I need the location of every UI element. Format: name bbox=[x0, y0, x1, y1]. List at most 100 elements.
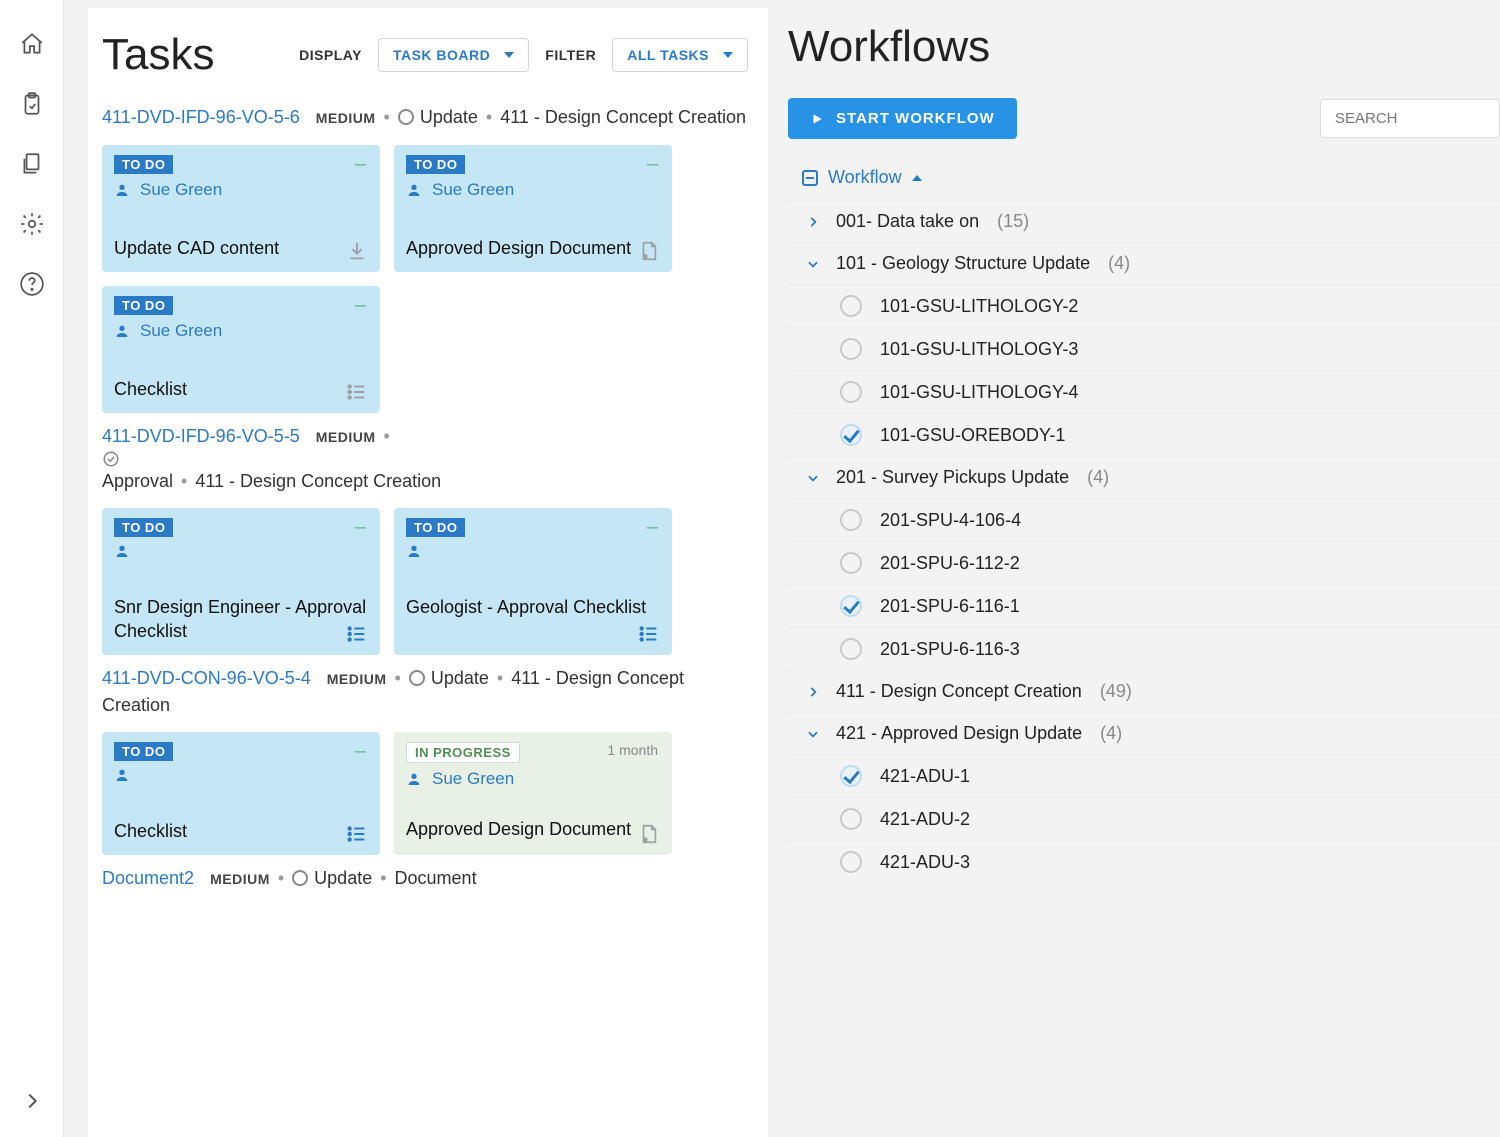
workflow-node-label: 001- Data take on bbox=[836, 211, 979, 232]
workflow-leaf[interactable]: 201-SPU-4-106-4 bbox=[788, 498, 1500, 541]
filter-value: ALL TASKS bbox=[627, 47, 709, 63]
tasks-panel: Tasks DISPLAY TASK BOARD FILTER ALL TASK… bbox=[88, 8, 768, 1137]
workflow-node[interactable]: 001- Data take on (15) bbox=[788, 200, 1500, 242]
workflow-leaf-label: 421-ADU-3 bbox=[880, 852, 970, 873]
workflow-node-label: 101 - Geology Structure Update bbox=[836, 253, 1090, 274]
workflow-node[interactable]: 411 - Design Concept Creation(49) bbox=[788, 670, 1500, 712]
status-badge: TO DO bbox=[114, 742, 173, 761]
workflow-label: 411 - Design Concept Creation bbox=[500, 107, 746, 127]
workflow-leaf[interactable]: 101-GSU-LITHOLOGY-3 bbox=[788, 327, 1500, 370]
workflow-node[interactable]: 101 - Geology Structure Update (4) bbox=[788, 242, 1500, 284]
workflow-root[interactable]: Workflow bbox=[788, 159, 1500, 200]
workflow-leaf[interactable]: 421-ADU-2 bbox=[788, 797, 1500, 840]
task-card[interactable]: TO DO–Snr Design Engineer - Approval Che… bbox=[102, 508, 380, 655]
stage-label: Update bbox=[431, 668, 489, 688]
gear-icon[interactable] bbox=[16, 208, 48, 240]
task-group-link[interactable]: 411-DVD-CON-96-VO-5-4 bbox=[102, 668, 311, 688]
stage-label: Update bbox=[420, 107, 478, 127]
documents-icon[interactable] bbox=[16, 148, 48, 180]
assignee-name: Sue Green bbox=[140, 321, 222, 341]
priority-label: MEDIUM bbox=[210, 871, 270, 887]
status-badge: TO DO bbox=[406, 518, 465, 537]
workflow-search-input[interactable] bbox=[1320, 99, 1500, 138]
workflow-node-count: (4) bbox=[1087, 467, 1109, 488]
chevron-icon bbox=[806, 471, 822, 485]
status-circle-icon bbox=[840, 509, 862, 531]
chevron-icon bbox=[806, 685, 822, 699]
dash-icon: – bbox=[355, 153, 366, 176]
workflow-leaf[interactable]: 101-GSU-OREBODY-1 bbox=[788, 413, 1500, 456]
task-group-link[interactable]: Document2 bbox=[102, 868, 194, 888]
dash-icon: – bbox=[647, 516, 658, 539]
workflow-node-count: (4) bbox=[1108, 253, 1130, 274]
priority-label: MEDIUM bbox=[316, 110, 376, 126]
status-circle-icon bbox=[840, 765, 862, 787]
assignee-name: Sue Green bbox=[140, 180, 222, 200]
status-circle-icon bbox=[840, 851, 862, 873]
dash-icon: – bbox=[647, 153, 658, 176]
filter-label: FILTER bbox=[545, 47, 596, 63]
workflow-node[interactable]: 421 - Approved Design Update(4) bbox=[788, 712, 1500, 754]
tasks-title: Tasks bbox=[102, 30, 214, 80]
workflow-leaf[interactable]: 101-GSU-LITHOLOGY-2 bbox=[788, 284, 1500, 327]
workflow-leaf-label: 201-SPU-6-116-3 bbox=[880, 639, 1020, 660]
card-title: Snr Design Engineer - Approval Checklist bbox=[114, 595, 368, 643]
workflow-leaf[interactable]: 201-SPU-6-112-2 bbox=[788, 541, 1500, 584]
task-group-link[interactable]: 411-DVD-IFD-96-VO-5-6 bbox=[102, 107, 300, 127]
chevron-down-icon bbox=[723, 52, 733, 58]
workflow-leaf[interactable]: 201-SPU-6-116-1 bbox=[788, 584, 1500, 627]
start-workflow-button[interactable]: START WORKFLOW bbox=[788, 98, 1017, 139]
workflow-leaf[interactable]: 101-GSU-LITHOLOGY-4 bbox=[788, 370, 1500, 413]
workflow-node[interactable]: 201 - Survey Pickups Update(4) bbox=[788, 456, 1500, 498]
chevron-icon bbox=[806, 257, 822, 271]
workflow-leaf-label: 201-SPU-6-116-1 bbox=[880, 596, 1020, 617]
status-badge: IN PROGRESS bbox=[406, 742, 520, 763]
play-icon bbox=[810, 112, 824, 126]
status-circle-icon bbox=[840, 295, 862, 317]
assignee bbox=[114, 767, 368, 783]
workflow-node-count: (4) bbox=[1100, 723, 1122, 744]
workflow-leaf[interactable]: 421-ADU-1 bbox=[788, 754, 1500, 797]
status-circle-icon bbox=[840, 424, 862, 446]
task-card[interactable]: TO DO–Sue GreenUpdate CAD content bbox=[102, 145, 380, 272]
task-card[interactable]: TO DO–Sue GreenApproved Design Document bbox=[394, 145, 672, 272]
card-title: Geologist - Approval Checklist bbox=[406, 595, 660, 619]
workflow-node-count: (15) bbox=[997, 211, 1029, 232]
task-card[interactable]: TO DO–Sue GreenChecklist bbox=[102, 286, 380, 413]
workflow-leaf[interactable]: 421-ADU-3 bbox=[788, 840, 1500, 883]
assignee bbox=[114, 543, 368, 559]
list-icon bbox=[346, 381, 368, 403]
help-icon[interactable] bbox=[16, 268, 48, 300]
workflow-leaf-label: 101-GSU-LITHOLOGY-2 bbox=[880, 296, 1078, 317]
start-workflow-label: START WORKFLOW bbox=[836, 110, 995, 127]
expand-sidebar-icon[interactable] bbox=[16, 1085, 48, 1117]
task-group-link[interactable]: 411-DVD-IFD-96-VO-5-5 bbox=[102, 426, 300, 446]
chevron-icon bbox=[806, 215, 822, 229]
filter-select[interactable]: ALL TASKS bbox=[612, 38, 748, 72]
assignee-name: Sue Green bbox=[432, 180, 514, 200]
card-title: Checklist bbox=[114, 819, 368, 843]
status-circle-icon bbox=[840, 638, 862, 660]
priority-label: MEDIUM bbox=[316, 429, 376, 445]
workflow-root-label: Workflow bbox=[828, 167, 902, 188]
display-value: TASK BOARD bbox=[393, 47, 490, 63]
display-select[interactable]: TASK BOARD bbox=[378, 38, 529, 72]
clipboard-icon[interactable] bbox=[16, 88, 48, 120]
workflow-leaf-label: 421-ADU-2 bbox=[880, 809, 970, 830]
doc-icon bbox=[638, 823, 660, 845]
workflows-panel: Workflows START WORKFLOW Workflow 001- D… bbox=[778, 0, 1500, 1137]
collapse-icon bbox=[802, 170, 818, 186]
task-card[interactable]: IN PROGRESS1 monthSue GreenApproved Desi… bbox=[394, 732, 672, 855]
list-blue-icon bbox=[346, 623, 368, 645]
workflow-node-count: (49) bbox=[1100, 681, 1132, 702]
status-badge: TO DO bbox=[114, 155, 173, 174]
workflow-leaf-label: 201-SPU-6-112-2 bbox=[880, 553, 1020, 574]
task-card[interactable]: TO DO–Checklist bbox=[102, 732, 380, 855]
status-badge: TO DO bbox=[114, 518, 173, 537]
priority-label: MEDIUM bbox=[327, 671, 387, 687]
workflow-leaf[interactable]: 201-SPU-6-116-3 bbox=[788, 627, 1500, 670]
home-icon[interactable] bbox=[16, 28, 48, 60]
task-card[interactable]: TO DO – Geologist - Approval Checklist bbox=[394, 508, 672, 655]
left-icon-bar bbox=[0, 0, 64, 1137]
list-blue-icon bbox=[638, 623, 660, 645]
